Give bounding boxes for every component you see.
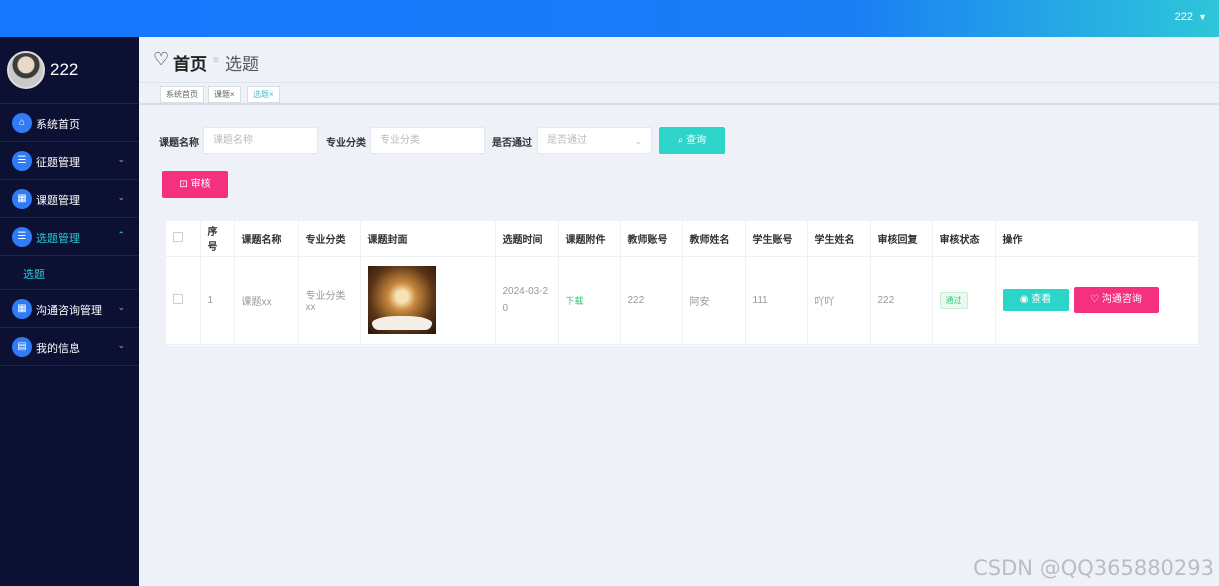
topic-name-cell: 课题xx (234, 256, 299, 345)
row-checkbox[interactable] (173, 293, 183, 304)
topic-name-label: 课题名称 (159, 138, 199, 149)
reply-cell: 222 (870, 256, 933, 345)
grid-icon: ▦ (12, 299, 32, 319)
watermark: CSDN @QQ365880293 (973, 556, 1214, 580)
column-header: 操作 (995, 221, 1199, 257)
teacher-name-cell: 阿安 (682, 256, 746, 345)
view-button[interactable]: ◉ 查看 (1002, 289, 1069, 311)
table-row: 1 课题xx 专业分类xx 2024-03-20 下载 222 阿安 111 吖… (166, 256, 1199, 345)
caret-down-icon: ▼ (1198, 12, 1207, 22)
tabs-bar: 系统首页 课题× 选题× (139, 83, 1219, 105)
column-header: 学生账号 (745, 221, 808, 257)
grid-icon: ▦ (12, 189, 32, 209)
avatar (7, 51, 45, 89)
tab-system-home[interactable]: 系统首页 (160, 86, 204, 103)
index-cell: 1 (200, 256, 235, 345)
chevron-down-icon: ⌄ (634, 136, 642, 146)
sidebar-item-topic-solicitation[interactable]: ☰ 征题管理 ⌄ (0, 142, 139, 180)
passed-select[interactable]: 是否通过 ⌄ (537, 127, 652, 154)
sidebar-subitem-label: 选题 (23, 269, 45, 281)
breadcrumb-home[interactable]: 首页 (173, 50, 207, 75)
passed-label: 是否通过 (492, 138, 532, 149)
download-link[interactable]: 下载 (566, 296, 584, 306)
passed-select-value: 是否通过 (547, 135, 587, 146)
chevron-down-icon: ⌄ (117, 192, 125, 202)
sidebar-item-consultation[interactable]: ▦ 沟通咨询管理 ⌄ (0, 290, 139, 328)
profile-name: 222 (50, 60, 79, 79)
row-select-cell (166, 256, 201, 345)
column-header: 专业分类 (298, 221, 361, 257)
category-cell: 专业分类xx (298, 256, 361, 345)
column-header: 序号 (200, 221, 235, 257)
attachment-cell: 下载 (558, 256, 621, 345)
cover-cell (360, 256, 496, 345)
selection-time-cell: 2024-03-20 (495, 256, 559, 345)
category-label: 专业分类 (326, 138, 366, 149)
sidebar-item-home[interactable]: ⌂ 系统首页 (0, 104, 139, 142)
column-header: 审核回复 (870, 221, 933, 257)
sidebar-item-label: 选题管理 (36, 233, 80, 245)
column-header: 教师姓名 (682, 221, 746, 257)
student-name-cell: 吖吖 (807, 256, 871, 345)
sidebar: 222 ⌂ 系统首页 ☰ 征题管理 ⌄ ▦ 课题管理 ⌄ ☰ 选题管理 ⌃ 选题… (0, 37, 139, 586)
sidebar-item-label: 课题管理 (36, 195, 80, 207)
status-badge: 通过 (939, 291, 968, 309)
topic-name-input[interactable]: 课题名称 (203, 127, 318, 154)
list-icon: ☰ (12, 227, 32, 247)
student-account-cell: 111 (745, 256, 808, 345)
profile-card-icon: ▤ (12, 337, 32, 357)
sidebar-item-label: 系统首页 (36, 119, 80, 131)
chevron-down-icon: ⌄ (117, 302, 125, 312)
search-button[interactable]: ⌕ 查询 (659, 127, 725, 154)
select-all-checkbox[interactable] (173, 231, 183, 242)
top-bar: 222 ▼ (0, 0, 1219, 37)
topic-cover-image[interactable] (367, 266, 436, 334)
status-cell: 通过 (932, 256, 996, 345)
username: 222 (1174, 11, 1194, 23)
sidebar-subitem-selection[interactable]: 选题 (0, 256, 139, 290)
sidebar-item-selection-management[interactable]: ☰ 选题管理 ⌃ (0, 218, 139, 256)
audit-button[interactable]: ⊡ 审核 (162, 171, 228, 198)
column-header: 课题封面 (360, 221, 496, 257)
sidebar-item-label: 沟通咨询管理 (36, 305, 102, 317)
tab-selection[interactable]: 选题× (247, 86, 280, 103)
home-icon: ⌂ (12, 113, 32, 133)
sidebar-item-label: 我的信息 (36, 343, 80, 355)
teacher-account-cell: 222 (620, 256, 683, 345)
sidebar-item-topic-management[interactable]: ▦ 课题管理 ⌄ (0, 180, 139, 218)
sidebar-item-label: 征题管理 (36, 157, 80, 169)
column-header: 审核状态 (932, 221, 996, 257)
page-title: 选题 (225, 55, 259, 74)
chevron-down-icon: ⌄ (117, 154, 125, 164)
column-header: 选题时间 (495, 221, 559, 257)
consult-button[interactable]: ♡ 沟通咨询 (1073, 287, 1159, 313)
breadcrumb-separator: ≡ (213, 55, 219, 66)
page-header: ♡ 首页 ≡ 选题 (139, 37, 1219, 83)
chevron-down-icon: ⌄ (117, 340, 125, 350)
sidebar-item-my-info[interactable]: ▤ 我的信息 ⌄ (0, 328, 139, 366)
column-header: 教师账号 (620, 221, 683, 257)
actions-cell: ◉ 查看 ♡ 沟通咨询 (995, 256, 1199, 345)
sidebar-profile: 222 (0, 37, 139, 104)
category-input[interactable]: 专业分类 (370, 127, 485, 154)
user-menu[interactable]: 222 ▼ (1175, 11, 1207, 23)
heart-icon: ♡ (153, 49, 170, 69)
column-header: 课题名称 (234, 221, 299, 257)
column-header: 学生姓名 (807, 221, 871, 257)
list-icon: ☰ (12, 151, 32, 171)
data-table: 序号 课题名称 专业分类 课题封面 选题时间 课题附件 教师账号 教师姓名 学生… (166, 221, 1199, 346)
chevron-up-icon: ⌃ (117, 230, 125, 240)
table-header-row: 序号 课题名称 专业分类 课题封面 选题时间 课题附件 教师账号 教师姓名 学生… (166, 221, 1199, 257)
select-all-header (166, 221, 201, 257)
tab-topic[interactable]: 课题× (208, 86, 241, 103)
main-content: ♡ 首页 ≡ 选题 系统首页 课题× 选题× 课题名称 课题名称 专业分类 专业… (139, 37, 1219, 586)
column-header: 课题附件 (558, 221, 621, 257)
